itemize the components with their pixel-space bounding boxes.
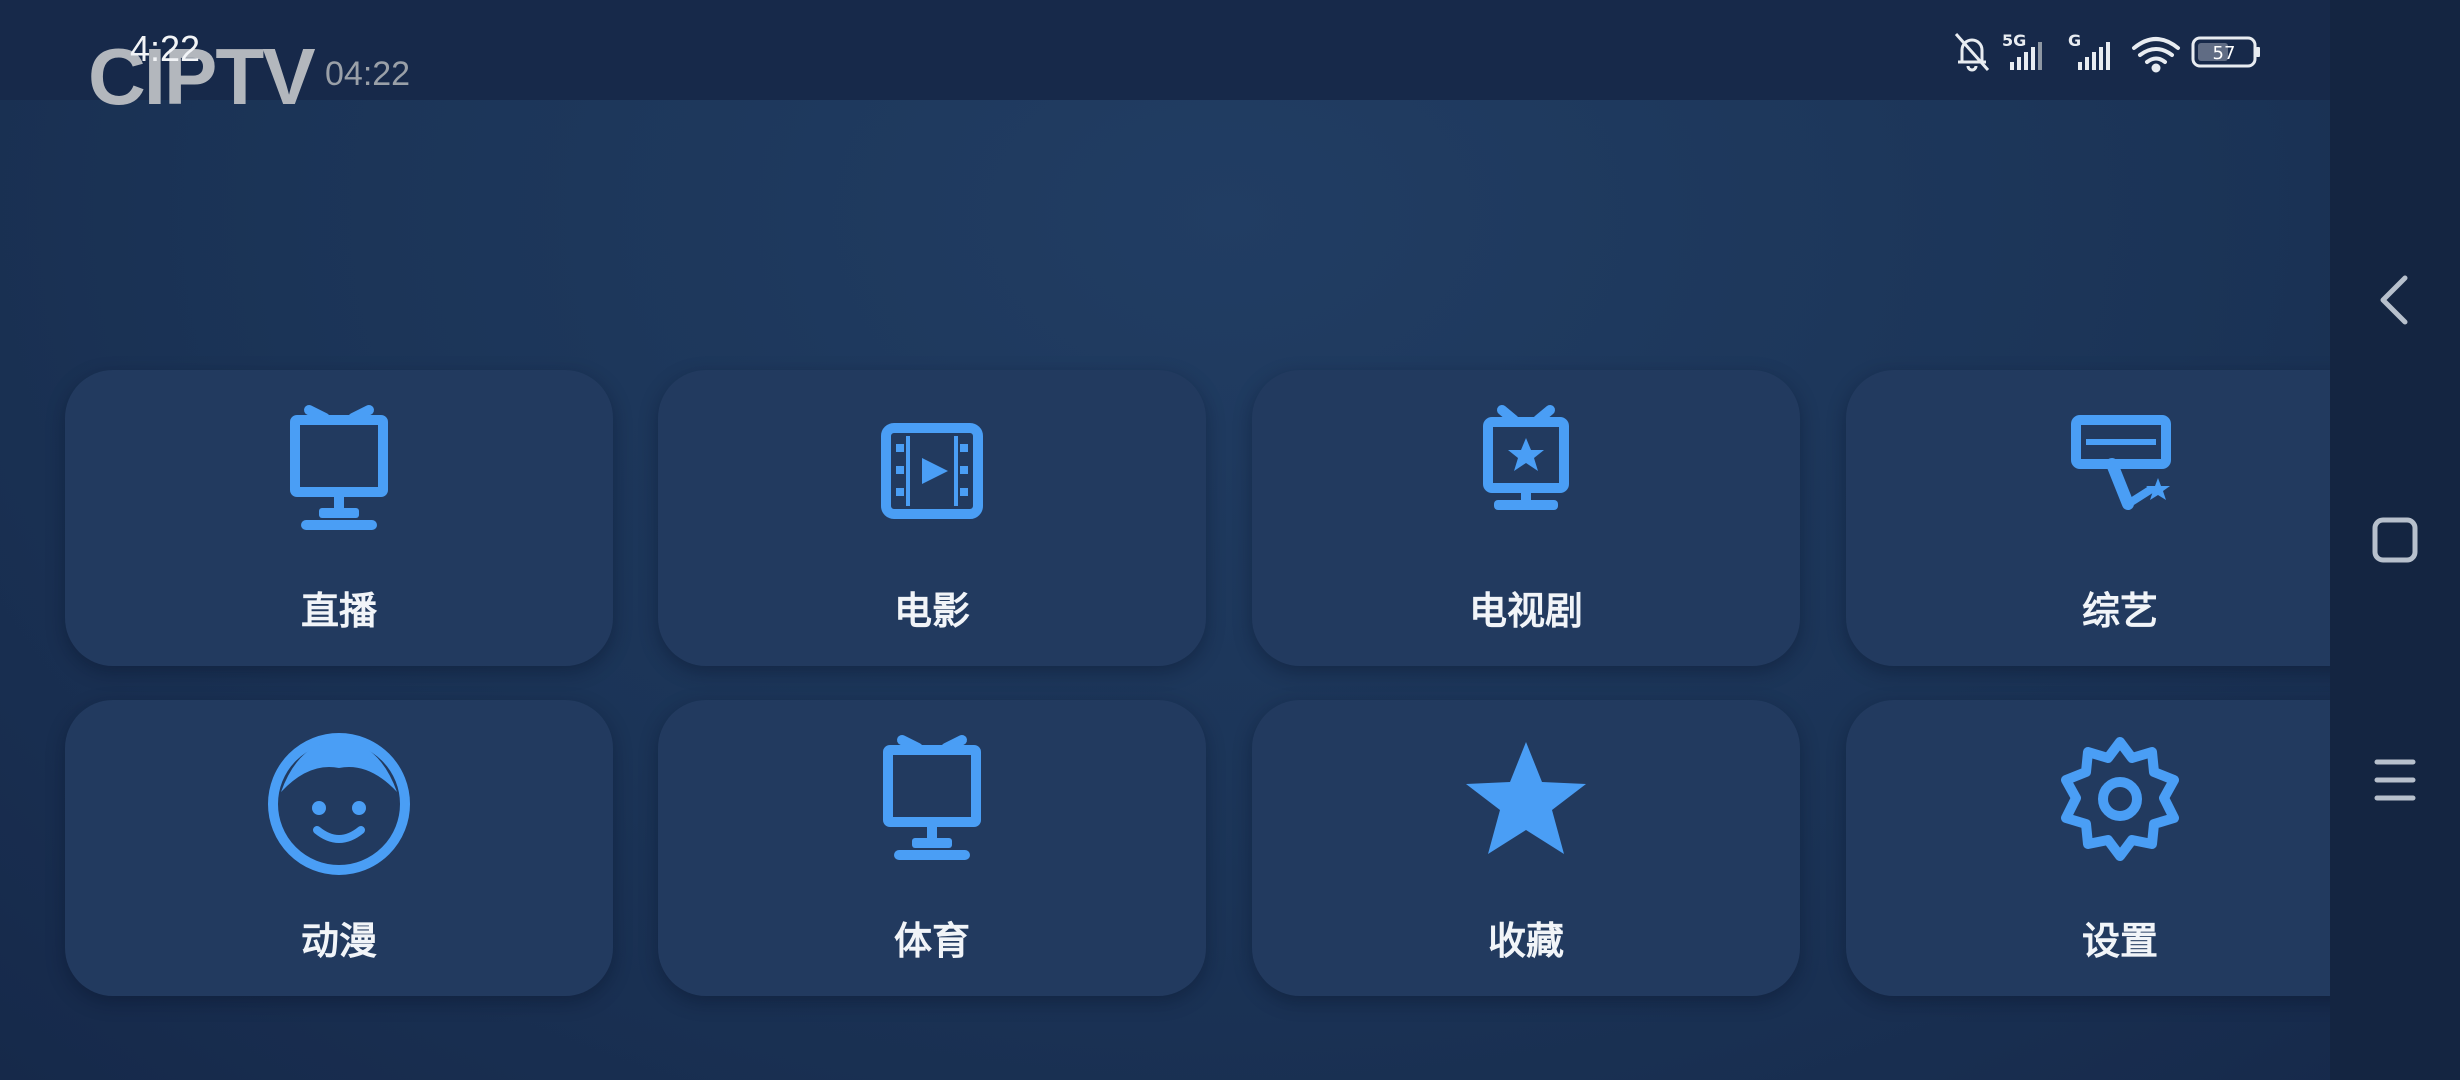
tile-label: 收藏	[1487, 919, 1564, 963]
tile-sports[interactable]: 体育	[658, 700, 1206, 996]
tile-label: 电影	[893, 589, 970, 633]
header-time: 04:22	[325, 55, 411, 93]
tile-label: 体育	[893, 919, 970, 963]
tile-label: 动漫	[300, 919, 377, 963]
menu-icon[interactable]	[2355, 740, 2435, 820]
tv-icon	[290, 405, 388, 530]
home-icon[interactable]	[2355, 500, 2435, 580]
tile-label: 电视剧	[1468, 589, 1583, 633]
tile-label: 设置	[2081, 919, 2158, 963]
tile-variety[interactable]: 综艺	[1846, 370, 2394, 666]
status-icons: 5G G 57	[1954, 31, 2260, 73]
variety-show-icon	[2071, 415, 2171, 510]
tile-label: 直播	[300, 589, 377, 633]
tile-label: 综艺	[2081, 589, 2158, 633]
battery-level: 57	[2213, 43, 2236, 64]
signal-g-icon: G	[2068, 31, 2110, 70]
back-icon[interactable]	[2355, 260, 2435, 340]
tv-star-icon	[1483, 405, 1569, 510]
star-icon	[1466, 742, 1586, 854]
film-icon	[881, 423, 983, 519]
smiley-face-icon	[268, 733, 410, 875]
wifi-icon	[2132, 37, 2180, 73]
tile-favorites[interactable]: 收藏	[1252, 700, 1800, 996]
status-bar-clock: 4:22	[130, 28, 201, 69]
battery-icon: 57	[2191, 36, 2260, 68]
svg-text:5G: 5G	[2002, 31, 2026, 50]
tile-movie[interactable]: 电影	[658, 370, 1206, 666]
tile-tv-series[interactable]: 电视剧	[1252, 370, 1800, 666]
svg-text:G: G	[2068, 31, 2081, 50]
gear-icon	[2061, 737, 2179, 861]
sports-tv-icon	[883, 735, 981, 860]
app-logo: CIPTV	[88, 32, 316, 121]
mute-bell-icon	[1954, 33, 1990, 72]
tile-anime[interactable]: 动漫	[65, 700, 613, 996]
signal-5g-icon: 5G	[2002, 31, 2042, 70]
tile-settings[interactable]: 设置	[1846, 700, 2394, 996]
tile-live[interactable]: 直播	[65, 370, 613, 666]
